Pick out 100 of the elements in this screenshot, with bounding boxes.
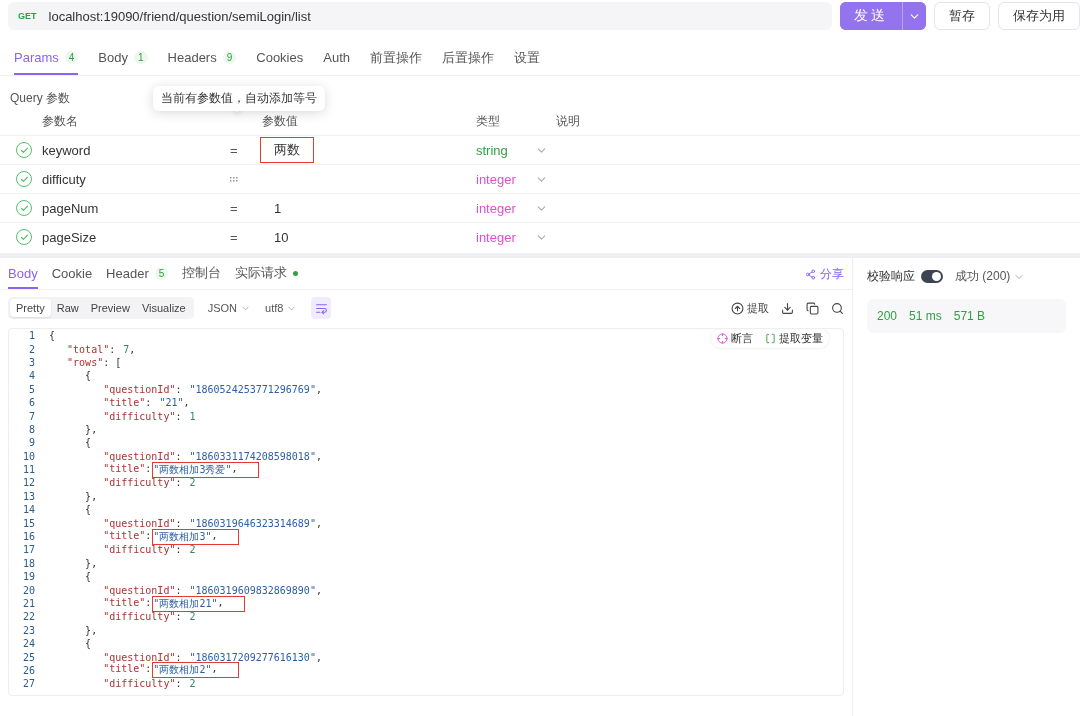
line-number: 27 <box>21 678 36 690</box>
code-line: "title": "21", <box>102 397 190 409</box>
line-number: 5 <box>27 383 36 395</box>
download-icon[interactable] <box>781 301 794 315</box>
view-mode-tab[interactable]: Pretty <box>10 299 51 317</box>
line-number: 6 <box>27 397 36 409</box>
line-number: 4 <box>27 370 36 382</box>
column-header: 参数值 <box>262 112 299 130</box>
assert-button[interactable]: 断言 <box>711 329 759 348</box>
validate-switch[interactable] <box>921 270 943 283</box>
column-header: 参数名 <box>42 112 79 130</box>
count-badge: 9 <box>222 51 237 64</box>
line-number: 18 <box>21 557 36 569</box>
url-field[interactable]: GET localhost:19090/friend/question/semiLogin/list <box>8 2 832 30</box>
request-tab[interactable]: Body 1 <box>98 42 148 75</box>
request-tab[interactable]: Cookies <box>256 42 304 75</box>
type-select[interactable]: string <box>476 142 548 158</box>
request-tab[interactable]: 前置操作 <box>370 42 422 75</box>
param-name: difficuty <box>42 171 87 187</box>
request-tab[interactable]: 设置 <box>514 42 540 75</box>
code-line: }, <box>84 423 98 435</box>
line-number: 23 <box>21 624 36 636</box>
line-number: 15 <box>21 517 36 529</box>
line-number: 20 <box>21 584 36 596</box>
code-line: { <box>84 504 92 516</box>
line-number: 12 <box>21 477 36 489</box>
stat-value: 200 <box>877 309 898 323</box>
send-options-button[interactable] <box>902 2 926 30</box>
code-line: "questionId": "1860524253771296769", <box>102 383 322 395</box>
validate-label: 校验响应 <box>867 268 915 285</box>
extract-variable-button[interactable]: 提取变量 <box>759 329 829 348</box>
line-number: 25 <box>21 651 36 663</box>
code-line: }, <box>84 624 98 636</box>
count-badge: 5 <box>154 266 169 280</box>
line-number: 21 <box>21 598 36 609</box>
param-value[interactable]: 10 <box>260 225 303 249</box>
line-number: 1 <box>27 330 36 342</box>
response-tab[interactable]: 控制台 <box>182 259 222 289</box>
code-line: { <box>84 571 92 583</box>
column-header: 说明 <box>556 112 581 130</box>
code-line: { <box>84 370 92 382</box>
view-mode-tab[interactable]: Visualize <box>135 299 192 317</box>
param-name: keyword <box>42 142 92 158</box>
code-line: "questionId": "1860331174208598018", <box>102 450 322 462</box>
response-tab[interactable]: Body <box>8 259 38 289</box>
equals-sign: = <box>230 200 239 216</box>
response-tab[interactable]: Header 5 <box>106 259 169 289</box>
view-mode-tab[interactable]: Preview <box>84 299 136 317</box>
copy-icon[interactable] <box>806 301 819 315</box>
line-number: 7 <box>27 410 36 422</box>
status-select[interactable]: 成功 (200) <box>955 268 1026 285</box>
code-line: "title": "两数相加2", <box>49 663 218 678</box>
equals-sign: = <box>230 142 239 158</box>
share-link[interactable]: 分享 <box>805 259 844 289</box>
param-name: pageNum <box>42 200 100 216</box>
code-line: "rows": [ <box>66 356 122 368</box>
method-label: GET <box>18 11 37 21</box>
code-line: "difficulty": 2 <box>102 477 196 489</box>
view-mode-tab[interactable]: Raw <box>50 299 85 317</box>
format-select[interactable]: JSON <box>207 302 252 314</box>
crosshair-icon <box>717 333 728 344</box>
request-tab[interactable]: 后置操作 <box>442 42 494 75</box>
param-value[interactable]: 两数 <box>260 137 314 163</box>
request-tab[interactable]: Params 4 <box>14 42 79 75</box>
check-icon <box>19 174 29 184</box>
highlight-frame <box>260 137 314 163</box>
line-number: 19 <box>21 571 36 583</box>
count-badge: 1 <box>134 51 148 64</box>
line-number: 11 <box>21 464 36 476</box>
section-title: Query 参数 <box>10 90 70 107</box>
code-line: "difficulty": 1 <box>102 410 196 422</box>
equals-sign: = <box>230 229 239 245</box>
upload-circle-icon <box>731 301 744 315</box>
url-text: localhost:19090/friend/question/semiLogin/list <box>48 8 311 24</box>
save-case-button[interactable]: 保存为用 <box>998 2 1080 30</box>
line-number: 8 <box>27 423 36 435</box>
stat-value: 51 ms <box>909 309 942 323</box>
request-tab[interactable]: Headers 9 <box>167 42 237 75</box>
code-line: { <box>84 638 92 650</box>
code-line: "difficulty": 2 <box>102 611 196 623</box>
param-value[interactable]: 1 <box>260 196 296 220</box>
line-number: 14 <box>21 504 36 516</box>
search-icon[interactable] <box>831 301 844 315</box>
save-draft-button[interactable]: 暂存 <box>934 2 990 30</box>
code-line: "title": "两数相加21", <box>49 596 224 611</box>
code-line: "title": "两数相加3秀爱", <box>49 462 238 477</box>
wrap-lines-button[interactable] <box>311 297 332 319</box>
code-line: }, <box>84 490 98 502</box>
response-tab[interactable]: 实际请求 <box>235 259 299 289</box>
code-line: "title": "两数相加3", <box>49 529 218 544</box>
format-select[interactable]: utf8 <box>265 302 298 314</box>
response-tab[interactable]: Cookie <box>51 259 93 289</box>
line-number: 13 <box>21 490 36 502</box>
wrap-icon <box>314 301 328 315</box>
code-line: { <box>84 437 92 449</box>
extract-button[interactable]: 提取 <box>731 300 769 316</box>
line-number: 9 <box>27 437 36 449</box>
request-tab[interactable]: Auth <box>323 42 350 75</box>
check-icon <box>19 145 29 155</box>
code-line: "questionId": "1860317209277616130", <box>102 651 322 663</box>
